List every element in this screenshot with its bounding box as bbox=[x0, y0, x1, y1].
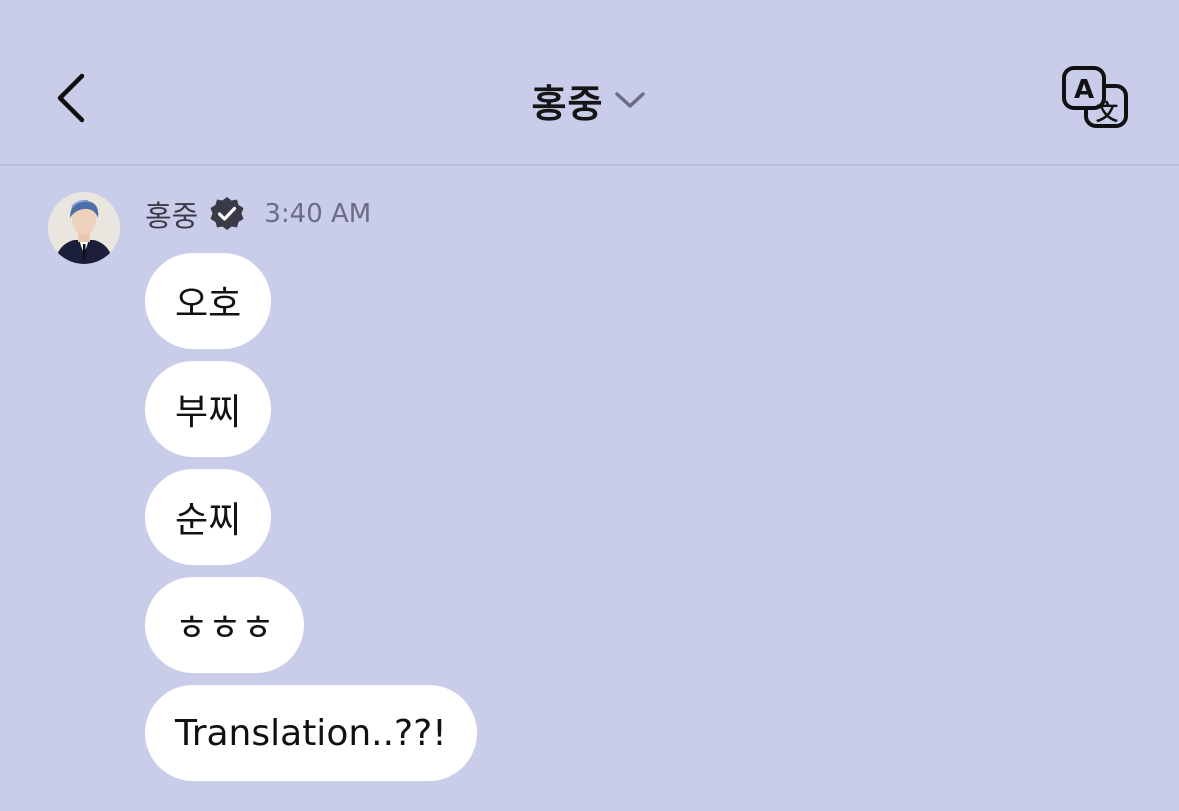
message-list[interactable]: 홍중 3:40 AM 오호 부찌 순찌 ㅎㅎㅎ Translation..??! bbox=[0, 168, 1179, 811]
message-text: 오호 bbox=[175, 284, 242, 325]
translate-glyph-a: A bbox=[1074, 75, 1094, 105]
chevron-down-icon bbox=[615, 92, 646, 108]
message-time: 3:40 AM bbox=[264, 199, 372, 229]
message-text: 순찌 bbox=[175, 500, 242, 541]
message-bubble[interactable]: 오호 bbox=[145, 253, 272, 349]
avatar[interactable] bbox=[48, 192, 120, 264]
message-bubble[interactable]: ㅎㅎㅎ bbox=[145, 577, 305, 673]
sender-name[interactable]: 홍중 bbox=[145, 193, 198, 235]
message-text: 부찌 bbox=[175, 392, 242, 433]
message-bubble[interactable]: 순찌 bbox=[145, 469, 272, 565]
top-bar: 홍중 A 文 bbox=[0, 0, 1179, 166]
message-bubble[interactable]: Translation..??! bbox=[145, 685, 477, 781]
verified-badge-icon bbox=[210, 197, 244, 230]
title-area: 홍중 bbox=[0, 70, 1179, 130]
message-bubble[interactable]: 부찌 bbox=[145, 361, 272, 457]
message-text: ㅎㅎㅎ bbox=[175, 608, 275, 649]
translate-icon: A 文 bbox=[1062, 66, 1128, 128]
message-meta: 홍중 3:40 AM bbox=[145, 192, 371, 236]
chat-title: 홍중 bbox=[531, 81, 604, 126]
translate-glyph-b: 文 bbox=[1096, 100, 1119, 126]
avatar-image bbox=[48, 192, 120, 264]
message-text: Translation..??! bbox=[175, 712, 447, 754]
chat-title-dropdown[interactable]: 홍중 bbox=[532, 73, 648, 128]
translate-button[interactable]: A 文 bbox=[1058, 62, 1134, 138]
